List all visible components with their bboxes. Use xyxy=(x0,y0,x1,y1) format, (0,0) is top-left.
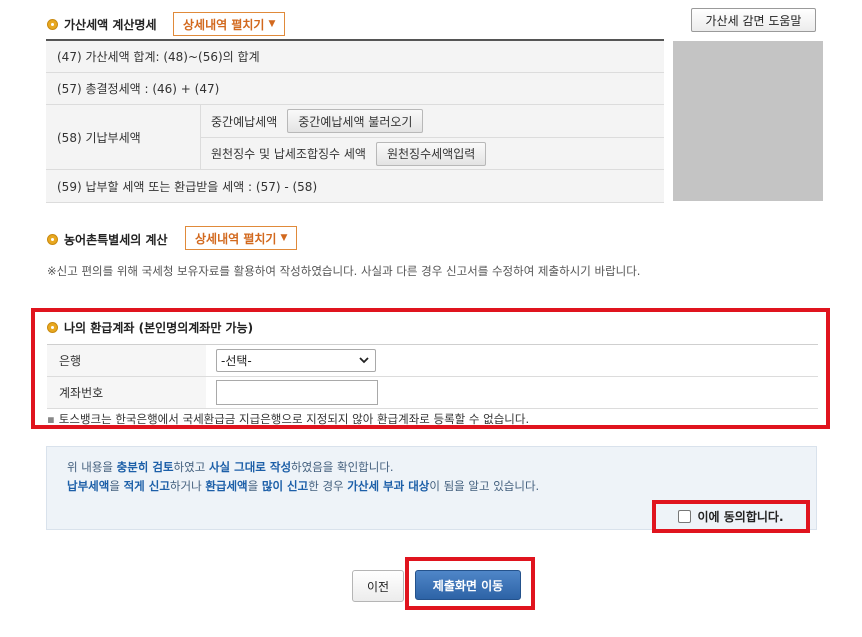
bullet-icon xyxy=(47,234,58,245)
refund-title: 나의 환급계좌 (본인명의계좌만 가능) xyxy=(47,319,253,336)
account-row: 계좌번호 xyxy=(47,377,818,409)
withholding-tax-input-button[interactable]: 원천징수세액입력 xyxy=(375,141,487,166)
row-57: (57) 총결정세액 : (46) + (47) xyxy=(46,73,664,105)
row-59-label: (59) 납부할 세액 또는 환급받을 세액 : (57) - (58) xyxy=(57,179,318,194)
rural-section-title-text: 농어촌특별세의 계산 xyxy=(64,233,168,247)
penalty-expand-button[interactable]: 상세내역 펼치기 ▼ xyxy=(173,12,286,36)
refund-note: ▪ 토스뱅크는 한국은행에서 국세환급금 지급은행으로 지정되지 않아 환급계좌로… xyxy=(47,411,529,427)
bullet-icon xyxy=(47,19,58,30)
submit-screen-button[interactable]: 제출화면 이동 xyxy=(415,570,521,600)
interim-tax-label: 중간예납세액 xyxy=(211,114,278,129)
chevron-down-icon xyxy=(359,357,369,364)
rural-section-title: 농어촌특별세의 계산 xyxy=(47,231,168,248)
bank-select-value: -선택- xyxy=(221,354,252,368)
account-number-input[interactable] xyxy=(216,380,378,405)
submit-highlight-frame: 제출화면 이동 xyxy=(405,557,535,610)
agree-label: 이에 동의합니다. xyxy=(697,510,784,524)
penalty-help-button[interactable]: 가산세 감면 도움말 xyxy=(691,8,816,32)
bank-label: 은행 xyxy=(47,345,206,376)
rural-expand-button[interactable]: 상세내역 펼치기 ▼ xyxy=(185,226,298,250)
prev-button[interactable]: 이전 xyxy=(352,570,404,602)
row-59: (59) 납부할 세액 또는 환급받을 세액 : (57) - (58) xyxy=(46,170,664,203)
bank-row: 은행 -선택- xyxy=(47,345,818,377)
row-58-sub-withholding: 원천징수 및 납세조합징수 세액 원천징수세액입력 xyxy=(201,137,664,169)
penalty-section-title-text: 가산세액 계산명세 xyxy=(64,18,157,32)
withholding-tax-label: 원천징수 및 납세조합징수 세액 xyxy=(211,147,366,161)
row-58-sub-interim: 중간예납세액 중간예납세액 불러오기 xyxy=(201,105,664,137)
bank-select[interactable]: -선택- xyxy=(216,349,376,372)
confirm-line-2: 납부세액을 적게 신고하거나 환급세액을 많이 신고한 경우 가산세 부과 대상… xyxy=(67,479,540,493)
note-bullet-icon: ▪ xyxy=(47,412,55,426)
penalty-expand-label: 상세내역 펼치기 xyxy=(183,17,265,32)
notice-text: ※신고 편의를 위해 국세청 보유자료를 활용하여 작성하였습니다. 사실과 다… xyxy=(47,264,641,278)
calc-table: (47) 가산세액 합계: (48)~(56)의 합계 (57) 총결정세액 :… xyxy=(46,39,664,203)
refund-account-box: 나의 환급계좌 (본인명의계좌만 가능) 은행 -선택- 계좌번호 ▪ 토스뱅크는… xyxy=(31,308,830,429)
agree-checkbox[interactable] xyxy=(678,510,692,523)
row-47: (47) 가산세액 합계: (48)~(56)의 합계 xyxy=(46,41,664,73)
refund-table: 은행 -선택- 계좌번호 xyxy=(47,344,818,409)
refund-note-text: 토스뱅크는 한국은행에서 국세환급금 지급은행으로 지정되지 않아 환급계좌로 … xyxy=(58,412,530,426)
refund-title-text: 나의 환급계좌 (본인명의계좌만 가능) xyxy=(64,321,254,335)
row-58-label: (58) 기납부세액 xyxy=(46,105,201,169)
caret-down-icon: ▼ xyxy=(280,233,288,243)
account-label: 계좌번호 xyxy=(47,377,206,408)
bullet-icon xyxy=(47,322,58,333)
agree-checkbox-box[interactable]: 이에 동의합니다. xyxy=(652,500,810,533)
row-47-label: (47) 가산세액 합계: (48)~(56)의 합계 xyxy=(57,50,260,64)
row-57-label: (57) 총결정세액 : (46) + (47) xyxy=(57,82,220,96)
confirm-line-1: 위 내용을 충분히 검토하였고 사실 그대로 작성하였음을 확인합니다. xyxy=(67,460,394,474)
rural-expand-label: 상세내역 펼치기 xyxy=(195,231,277,246)
load-interim-tax-button[interactable]: 중간예납세액 불러오기 xyxy=(287,109,424,133)
gray-side-panel xyxy=(673,41,823,201)
row-58: (58) 기납부세액 중간예납세액 중간예납세액 불러오기 원천징수 및 납세조… xyxy=(46,105,664,170)
penalty-section-title: 가산세액 계산명세 xyxy=(47,16,157,33)
caret-down-icon: ▼ xyxy=(268,19,276,29)
